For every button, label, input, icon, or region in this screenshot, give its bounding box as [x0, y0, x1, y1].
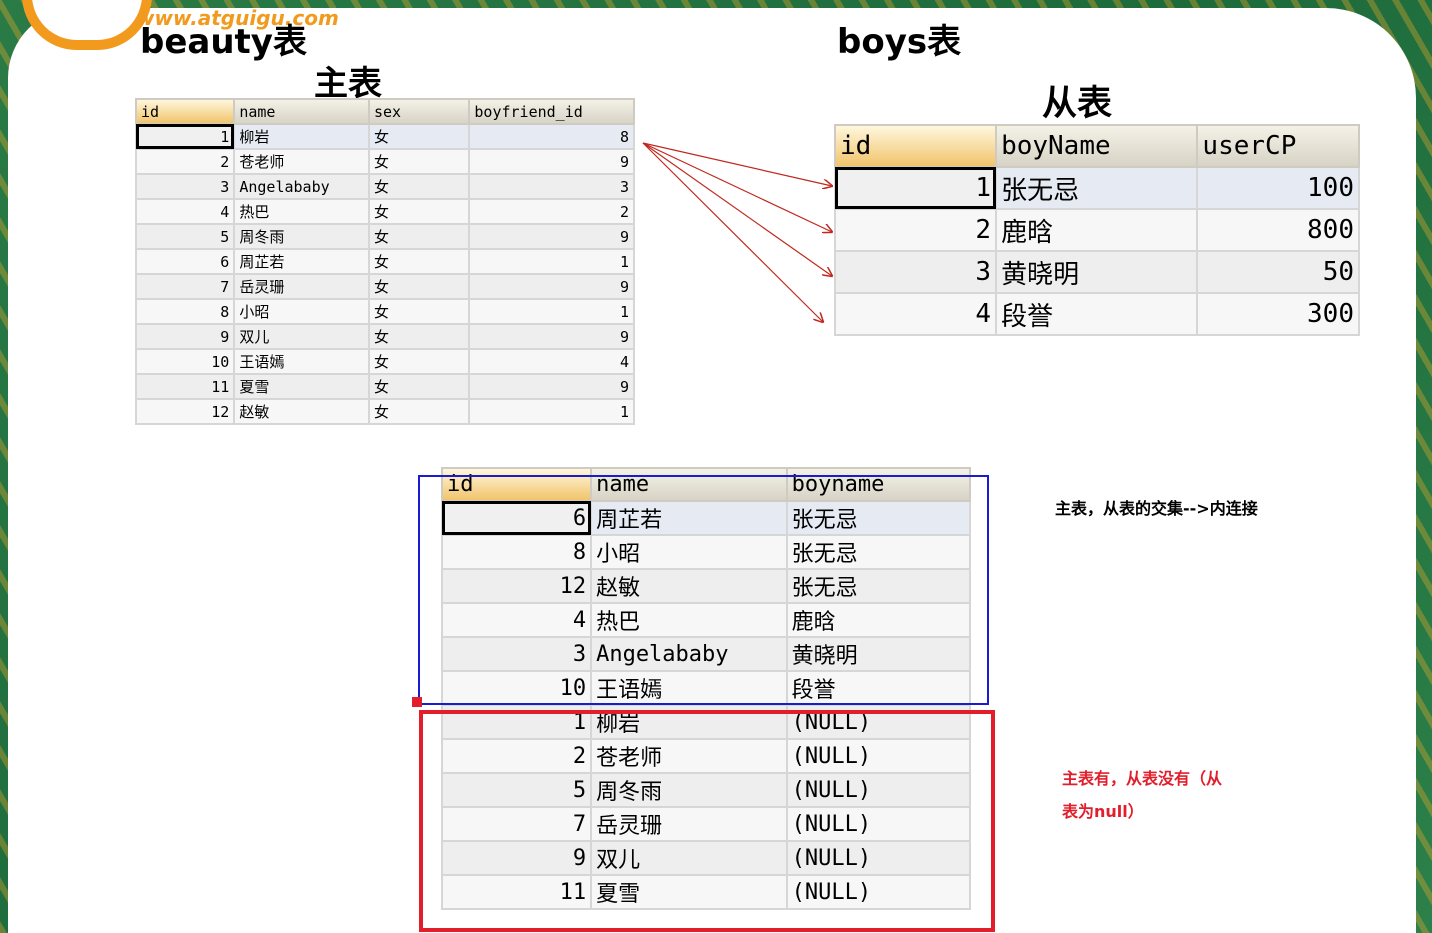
arrow-to-boy-1 [642, 142, 832, 186]
arrow-to-boy-3 [642, 142, 832, 276]
inner-join-highlight [418, 475, 989, 705]
arrow-to-boy-4 [642, 142, 823, 322]
outer-null-note-line2: 表为null） [1062, 802, 1144, 821]
outer-null-note: 主表有，从表没有（从 表为null） [1062, 762, 1262, 828]
outer-null-note-line1: 主表有，从表没有（从 [1062, 769, 1223, 788]
red-handle-marker [412, 697, 422, 707]
inner-join-note: 主表，从表的交集-->内连接 [1055, 499, 1258, 518]
outer-null-highlight [419, 710, 995, 932]
arrow-to-boy-2 [642, 142, 832, 232]
